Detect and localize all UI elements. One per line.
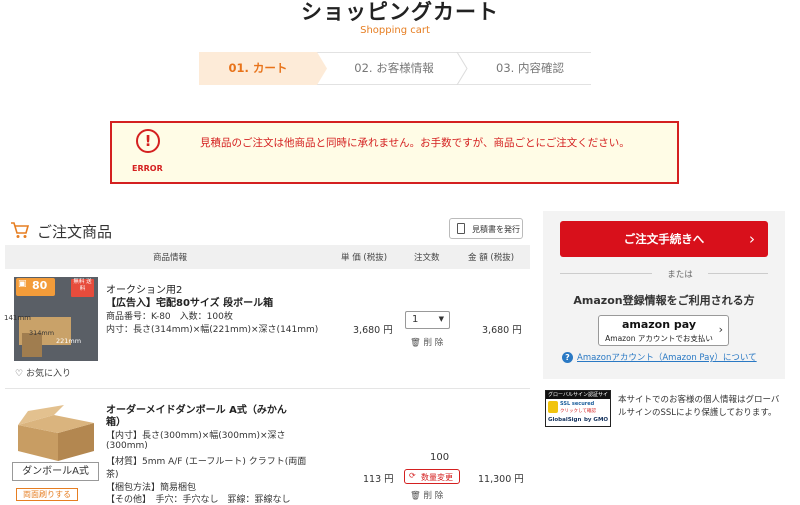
globalsign-ssl: SSL secured — [560, 401, 595, 407]
unit-price: 113 円 — [363, 474, 394, 485]
ssl-notice: 本サイトでのお客様の個人情報はグローバルサインのSSLにより保護しております。 — [618, 395, 780, 418]
product-spec: (300mm) — [106, 441, 148, 451]
product-spec: 【その他】 手穴：手穴なし 罫線：罫線なし — [106, 495, 291, 505]
issue-quote-label: 見積書を発行 — [472, 225, 520, 234]
error-icon: ! — [136, 129, 160, 153]
free-shipping-tag: 無料 送料 — [71, 279, 94, 297]
cart-section-title: ご注文商品 — [37, 223, 113, 241]
globalsign-footer: GlobalSign — [548, 417, 582, 423]
page-title: ショッピングカート — [301, 0, 499, 24]
product-type-label: ダンボールA式 — [12, 462, 99, 481]
dim-height: 141mm — [4, 314, 31, 322]
issue-quote-button[interactable]: 見積書を発行 — [449, 218, 523, 239]
globalsign-seal[interactable]: グローバルサイン認証サイト SSL secured クリックして確認 Globa… — [545, 390, 611, 427]
lock-icon — [548, 401, 558, 413]
trash-icon: 🗑 — [410, 491, 421, 501]
qty-value: 100 — [430, 452, 450, 463]
chevron-down-icon: ▼ — [438, 315, 444, 323]
col-qty: 注文数 — [414, 253, 440, 263]
delete-button[interactable]: 🗑 削 除 — [410, 336, 443, 348]
chevron-right-icon: › — [749, 230, 755, 248]
help-icon: ? — [562, 352, 573, 363]
amazon-help-link[interactable]: Amazonアカウント（Amazon Pay）について — [577, 351, 757, 363]
favorite-link[interactable]: ♡ お気に入り — [15, 366, 71, 379]
product-spec: 商品番号：K-80 入数：100枚 — [106, 312, 233, 322]
globalsign-header: グローバルサイン認証サイト — [546, 391, 610, 406]
cart-icon — [11, 222, 30, 238]
globalsign-brand: by GMO — [584, 417, 609, 423]
globalsign-sub: クリックして確認 — [560, 409, 596, 414]
row-divider — [5, 388, 530, 389]
document-icon — [457, 223, 465, 234]
step-customer-info: 02. お客様情報 — [354, 61, 434, 75]
product-spec: 【材質】5mm A/F (エーフルート) クラフト(両面 — [106, 457, 307, 467]
delete-button[interactable]: 🗑 削 除 — [410, 489, 443, 501]
step-cart: 01. カート — [199, 52, 317, 85]
col-amount: 金 額 (税抜) — [468, 253, 515, 263]
qty-change-button[interactable]: ⟳ 数量変更 — [404, 469, 460, 484]
chevron-right-icon: › — [718, 323, 723, 336]
unit-price: 3,680 円 — [353, 325, 393, 336]
amazon-pay-logo: amazon pay — [621, 318, 697, 331]
amazon-pay-sub: Amazon アカウントでお支払い — [605, 334, 713, 343]
cart-table-header: 商品情報 単 価 (税抜) 注文数 金 額 (税抜) — [5, 245, 530, 269]
refresh-icon: ⟳ — [409, 471, 416, 480]
trash-icon: 🗑 — [410, 338, 421, 348]
proceed-to-order-button[interactable]: ご注文手続きへ › — [560, 221, 768, 257]
print-both-sides-tag: 両面刷りする — [16, 488, 78, 501]
error-label: ERROR — [132, 164, 163, 173]
col-unit-price: 単 価 (税抜) — [341, 253, 388, 263]
dim-width: 221mm — [56, 337, 82, 345]
col-product: 商品情報 — [153, 253, 188, 263]
page-subtitle: Shopping cart — [360, 25, 430, 36]
size-badge: ▣ 80 — [16, 278, 55, 296]
amazon-section-title: Amazon登録情報をご利用される方 — [573, 294, 755, 307]
heart-icon: ♡ — [15, 369, 24, 379]
cardboard-box-image[interactable] — [14, 405, 98, 463]
product-spec: 【内寸】長さ(300mm)×幅(300mm)×深さ — [106, 431, 286, 441]
product-spec: 内寸：長さ(314mm)×幅(221mm)×深さ(141mm) — [106, 325, 319, 335]
step-arrow-icon — [456, 52, 468, 85]
line-amount: 3,680 円 — [482, 325, 522, 336]
product-name-line1[interactable]: オーダーメイドダンボール A式（みかん — [106, 401, 287, 416]
amazon-pay-button[interactable]: amazon pay Amazon アカウントでお支払い › — [598, 315, 729, 346]
box-icon: ▣ — [18, 279, 27, 289]
product-name-line2[interactable]: 箱） — [106, 413, 126, 428]
checkout-steps: 01. カート 02. お客様情報 03. 内容確認 — [199, 52, 591, 85]
dim-depth: 314mm — [29, 329, 55, 337]
qty-select[interactable]: 1 ▼ — [405, 311, 450, 329]
product-spec: 茶) — [106, 470, 119, 480]
error-box: ! ERROR 見積品のご注文は他商品と同時に承れません。お手数ですが、商品ごと… — [110, 121, 679, 184]
error-message: 見積品のご注文は他商品と同時に承れません。お手数ですが、商品ごとにご注文ください… — [200, 137, 630, 149]
or-text: または — [652, 268, 708, 280]
step-confirm: 03. 内容確認 — [496, 61, 564, 75]
step-arrow-icon — [317, 52, 327, 85]
product-name-line2[interactable]: 【広告入】宅配80サイズ 段ボール箱 — [106, 294, 273, 309]
line-amount: 11,300 円 — [478, 474, 524, 485]
